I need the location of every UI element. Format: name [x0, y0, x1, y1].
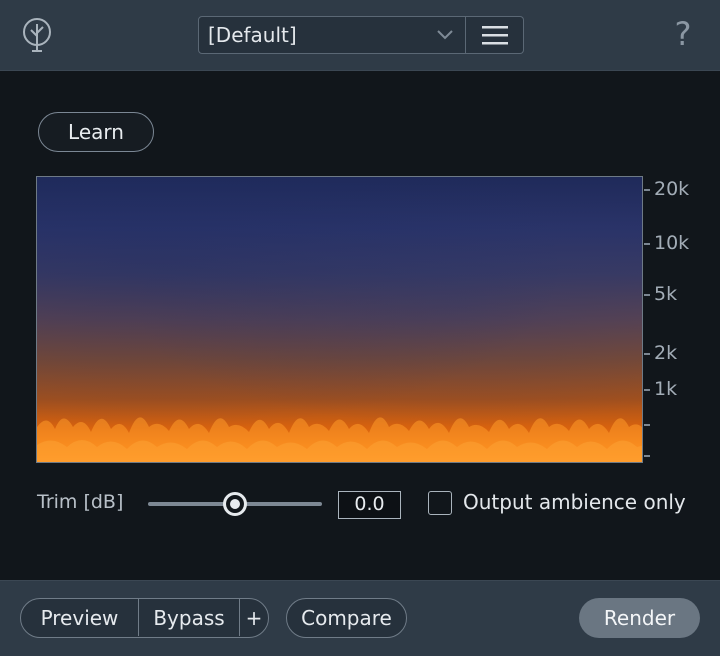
preset-value: [Default]	[208, 23, 297, 47]
chevron-down-icon	[437, 30, 453, 40]
preset-menu-button[interactable]	[466, 16, 524, 54]
bypass-button[interactable]: Bypass	[139, 599, 240, 636]
add-bypass-button[interactable]: +	[240, 599, 268, 636]
output-ambience-label: Output ambience only	[463, 490, 686, 514]
spectrum-display	[36, 176, 643, 463]
trim-label: Trim [dB]	[37, 491, 124, 513]
hamburger-menu-icon	[481, 26, 508, 45]
freq-label-2k: 2k	[654, 342, 678, 364]
output-ambience-checkbox[interactable]	[428, 491, 452, 515]
freq-label-20k: 20k	[654, 178, 690, 200]
freq-tick	[644, 189, 650, 191]
freq-tick	[644, 243, 650, 245]
freq-label-10k: 10k	[654, 232, 690, 254]
freq-label-5k: 5k	[654, 283, 678, 305]
spectrum-flames	[37, 417, 642, 462]
render-button[interactable]: Render	[579, 598, 700, 638]
freq-tick	[644, 389, 650, 391]
freq-tick	[644, 455, 650, 457]
compare-button[interactable]: Compare	[286, 598, 407, 638]
preview-button[interactable]: Preview	[21, 599, 139, 636]
freq-tick	[644, 353, 650, 355]
preset-dropdown[interactable]: [Default]	[198, 16, 466, 54]
learn-button[interactable]: Learn	[38, 112, 154, 152]
trim-slider-thumb[interactable]	[223, 492, 247, 516]
help-icon[interactable]: ?	[668, 14, 698, 54]
freq-label-1k: 1k	[654, 378, 678, 400]
trim-value-field[interactable]: 0.0	[338, 491, 401, 519]
top-bar: [Default] ?	[0, 0, 720, 71]
tree-logo-icon[interactable]	[20, 16, 54, 54]
preview-bypass-group: Preview Bypass +	[20, 598, 269, 638]
freq-tick	[644, 294, 650, 296]
freq-tick	[644, 424, 650, 426]
